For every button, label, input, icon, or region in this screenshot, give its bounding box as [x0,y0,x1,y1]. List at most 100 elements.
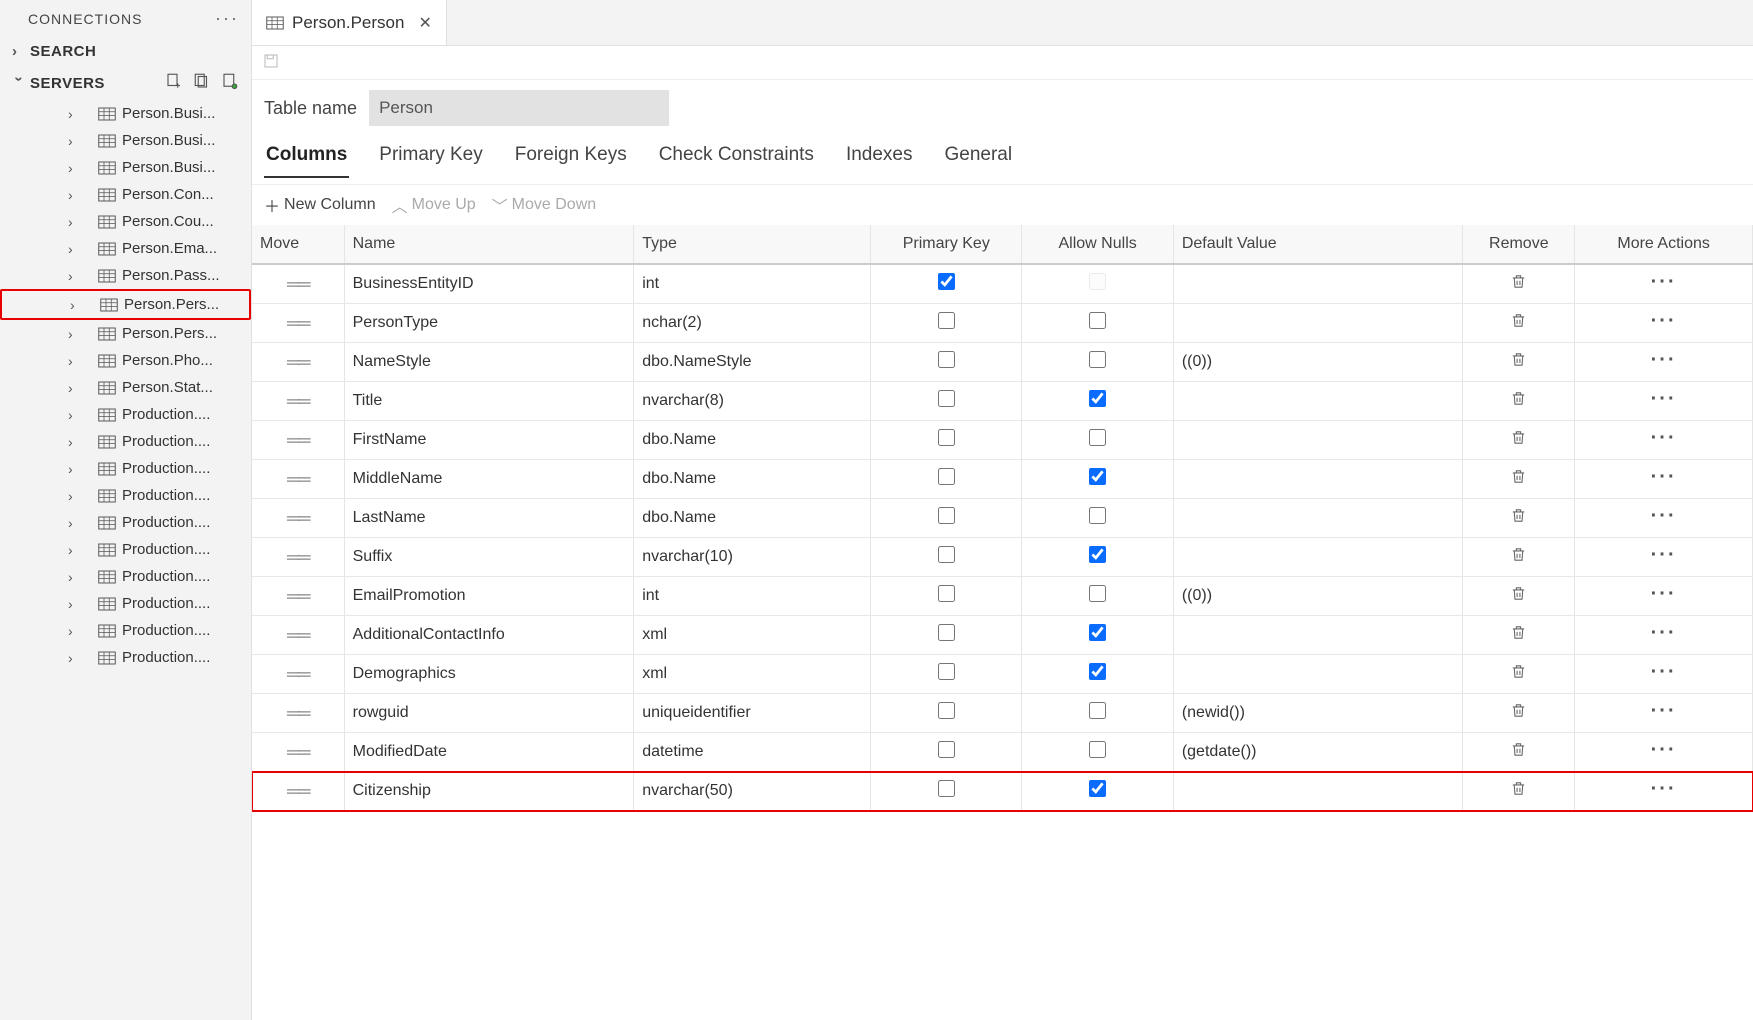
tree-item[interactable]: ›Production.... [0,563,251,590]
tree-item[interactable]: ›Person.Pass... [0,262,251,289]
tree-item[interactable]: ›Production.... [0,644,251,671]
table-row[interactable]: ══ Titlenvarchar(8) ··· [252,382,1753,421]
column-name[interactable]: LastName [344,499,634,538]
more-actions-icon[interactable]: ··· [1651,427,1677,449]
delete-icon[interactable] [1510,745,1527,762]
drag-handle-icon[interactable]: ══ [287,391,309,411]
more-actions-icon[interactable]: ··· [1651,271,1677,293]
tree-item[interactable]: ›Person.Ema... [0,235,251,262]
drag-handle-icon[interactable]: ══ [287,313,309,333]
table-name-input[interactable] [369,90,669,126]
pk-checkbox[interactable] [938,468,955,485]
nulls-checkbox[interactable] [1089,273,1106,290]
more-actions-icon[interactable]: ··· [1651,622,1677,644]
tree-item[interactable]: ›Person.Busi... [0,127,251,154]
column-type[interactable]: nvarchar(8) [634,382,871,421]
column-name[interactable]: Citizenship [344,772,634,811]
pk-checkbox[interactable] [938,546,955,563]
more-actions-icon[interactable]: ··· [1651,388,1677,410]
default-value[interactable] [1173,421,1463,460]
tree-item[interactable]: ›Production.... [0,455,251,482]
move-up-button[interactable]: ︿Move Up [392,193,476,217]
default-value[interactable] [1173,655,1463,694]
column-name[interactable]: Demographics [344,655,634,694]
delete-icon[interactable] [1510,784,1527,801]
move-down-button[interactable]: ﹀Move Down [492,193,597,217]
drag-handle-icon[interactable]: ══ [287,274,309,294]
tree-item[interactable]: ›Production.... [0,617,251,644]
tree-item[interactable]: ›Person.Pho... [0,347,251,374]
column-type[interactable]: xml [634,616,871,655]
default-value[interactable] [1173,772,1463,811]
default-value[interactable] [1173,616,1463,655]
tree-item[interactable]: ›Person.Busi... [0,154,251,181]
table-row[interactable]: ══ AdditionalContactInfoxml ··· [252,616,1753,655]
drag-handle-icon[interactable]: ══ [287,781,309,801]
delete-icon[interactable] [1510,355,1527,372]
pk-checkbox[interactable] [938,312,955,329]
drag-handle-icon[interactable]: ══ [287,703,309,723]
save-icon[interactable] [262,57,280,73]
table-row[interactable]: ══ Suffixnvarchar(10) ··· [252,538,1753,577]
nulls-checkbox[interactable] [1089,351,1106,368]
drag-handle-icon[interactable]: ══ [287,625,309,645]
column-name[interactable]: Suffix [344,538,634,577]
default-value[interactable]: ((0)) [1173,577,1463,616]
more-actions-icon[interactable]: ··· [1651,661,1677,683]
subtab-check-constraints[interactable]: Check Constraints [657,138,816,178]
delete-icon[interactable] [1510,394,1527,411]
more-actions-icon[interactable]: ··· [1651,466,1677,488]
table-row[interactable]: ══MiddleNamedbo.Name··· [252,460,1753,499]
tree-item[interactable]: ›Person.Con... [0,181,251,208]
nulls-checkbox[interactable] [1089,390,1106,407]
drag-handle-icon[interactable]: ══ [287,469,309,489]
drag-handle-icon[interactable]: ══ [287,352,309,372]
tree-item[interactable]: ›Person.Pers... [0,289,251,320]
delete-icon[interactable] [1510,550,1527,567]
column-name[interactable]: AdditionalContactInfo [344,616,634,655]
new-connection-icon[interactable] [165,72,183,94]
pk-checkbox[interactable] [938,780,955,797]
column-type[interactable]: nvarchar(10) [634,538,871,577]
column-type[interactable]: xml [634,655,871,694]
pk-checkbox[interactable] [938,351,955,368]
pk-checkbox[interactable] [938,741,955,758]
column-name[interactable]: FirstName [344,421,634,460]
subtab-primary-key[interactable]: Primary Key [377,138,484,178]
subtab-indexes[interactable]: Indexes [844,138,915,178]
default-value[interactable]: (getdate()) [1173,733,1463,772]
subtab-columns[interactable]: Columns [264,138,349,178]
delete-icon[interactable] [1510,316,1527,333]
close-icon[interactable]: ✕ [418,13,431,33]
column-type[interactable]: uniqueidentifier [634,694,871,733]
tree-item[interactable]: ›Person.Cou... [0,208,251,235]
drag-handle-icon[interactable]: ══ [287,508,309,528]
tab-person-person[interactable]: Person.Person ✕ [252,0,447,45]
subtab-general[interactable]: General [942,138,1014,178]
default-value[interactable] [1173,264,1463,304]
drag-handle-icon[interactable]: ══ [287,586,309,606]
more-actions-icon[interactable]: ··· [1651,310,1677,332]
subtab-foreign-keys[interactable]: Foreign Keys [513,138,629,178]
more-actions-icon[interactable]: ··· [1651,544,1677,566]
column-type[interactable]: dbo.NameStyle [634,343,871,382]
more-actions-icon[interactable]: ··· [1651,505,1677,527]
nulls-checkbox[interactable] [1089,780,1106,797]
column-type[interactable]: int [634,577,871,616]
more-actions-icon[interactable]: ··· [1651,778,1677,800]
column-type[interactable]: int [634,264,871,304]
pk-checkbox[interactable] [938,390,955,407]
search-section[interactable]: › SEARCH [0,37,251,66]
table-row[interactable]: ══NameStyledbo.NameStyle((0))··· [252,343,1753,382]
tree-item[interactable]: ›Production.... [0,509,251,536]
column-name[interactable]: BusinessEntityID [344,264,634,304]
more-actions-icon[interactable]: ··· [1651,700,1677,722]
pk-checkbox[interactable] [938,273,955,290]
server-status-icon[interactable] [221,72,239,94]
column-name[interactable]: Title [344,382,634,421]
delete-icon[interactable] [1510,472,1527,489]
drag-handle-icon[interactable]: ══ [287,547,309,567]
column-type[interactable]: nchar(2) [634,304,871,343]
table-row[interactable]: ══ModifiedDatedatetime(getdate())··· [252,733,1753,772]
default-value[interactable] [1173,460,1463,499]
